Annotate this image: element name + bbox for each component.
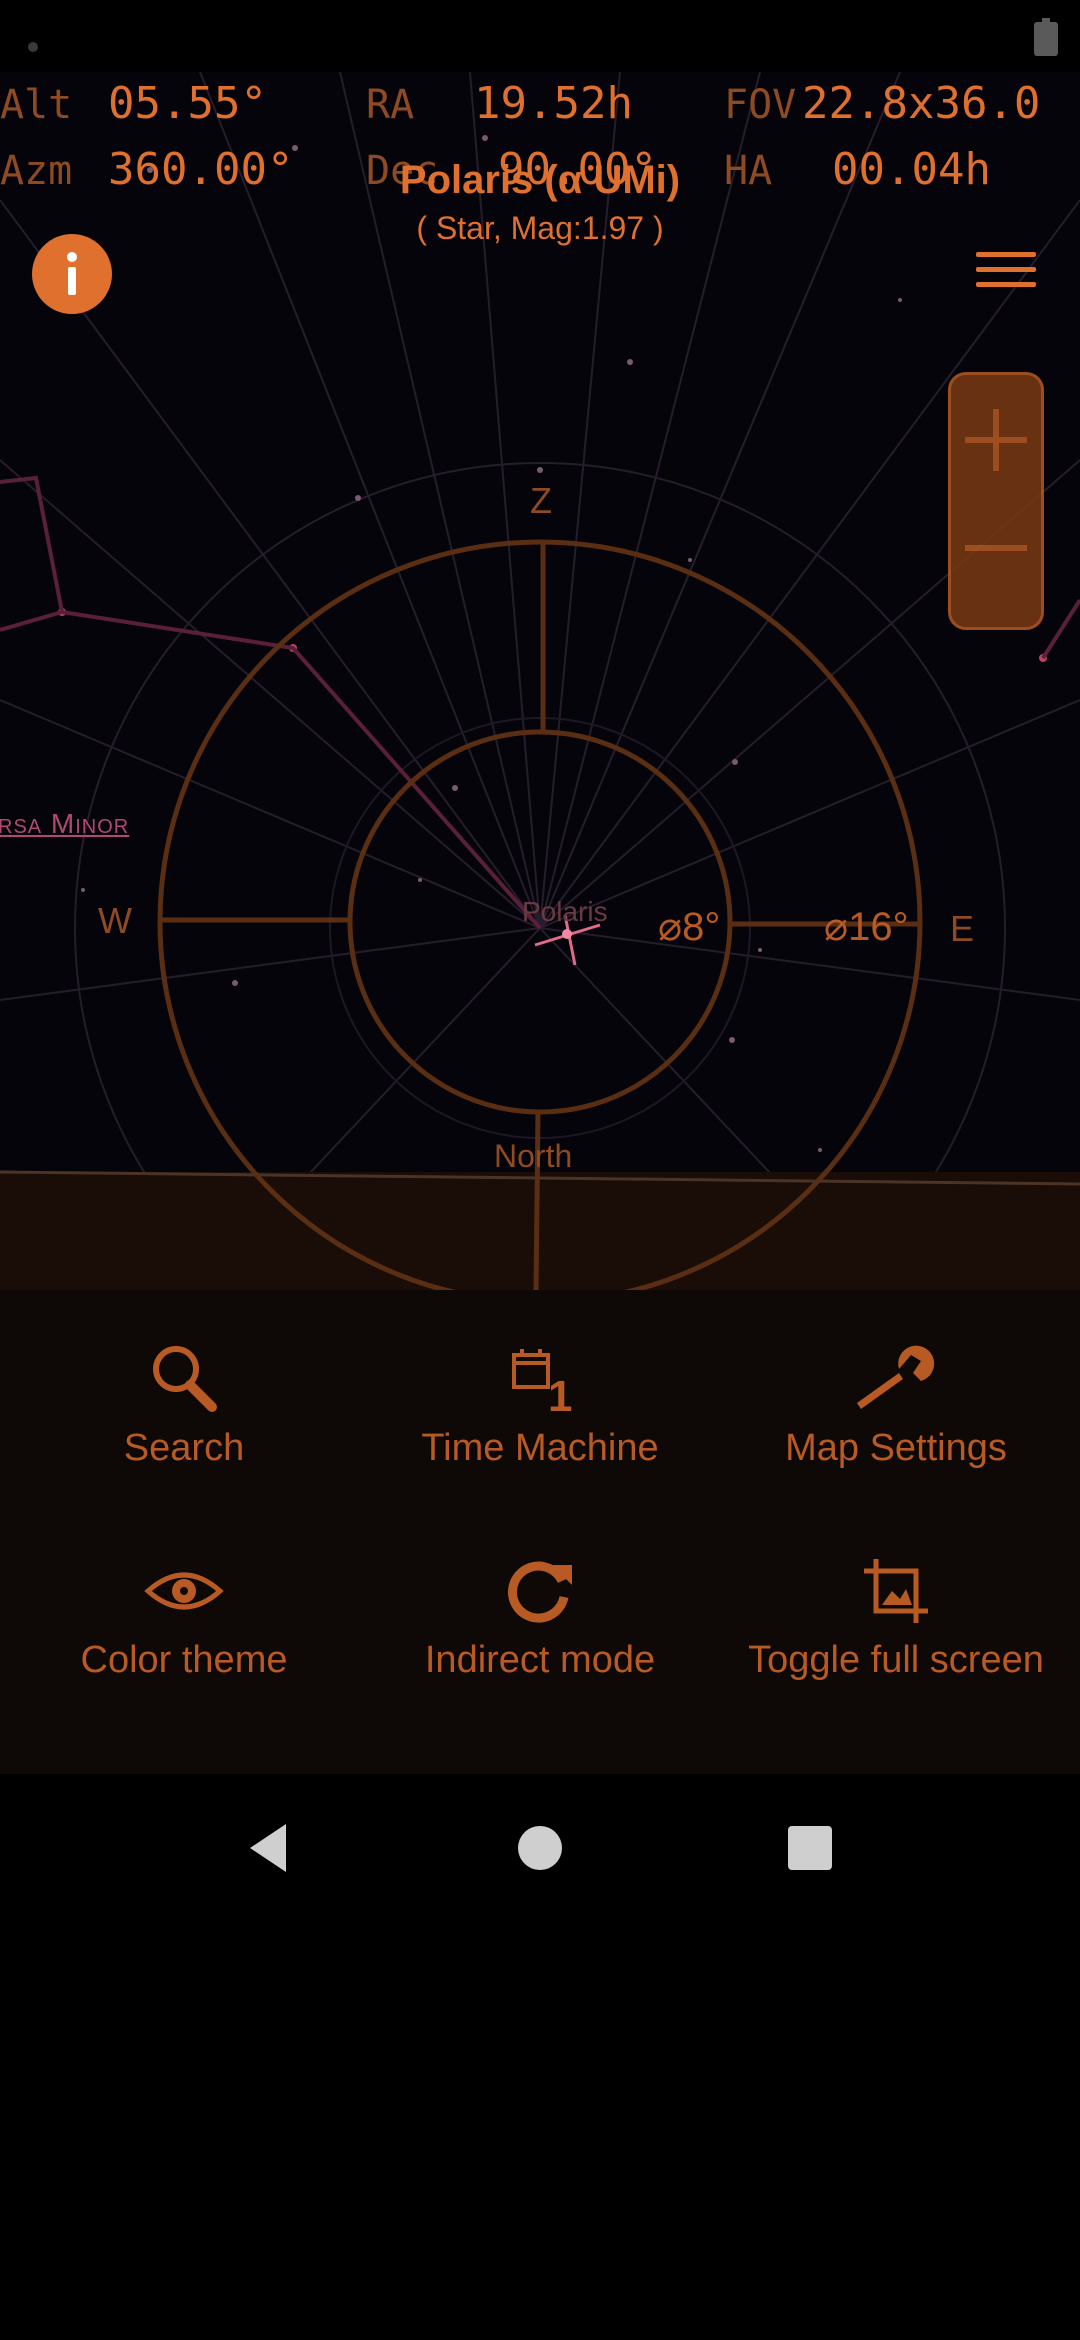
west-label: W	[98, 900, 132, 941]
zoom-control[interactable]	[948, 372, 1044, 630]
constellation-label: rsa Minor	[0, 808, 130, 839]
object-subtitle: ( Star, Mag:1.97 )	[416, 210, 664, 246]
notification-dot	[28, 42, 38, 52]
fov-label: FOV	[724, 82, 797, 128]
menu-icon-bar	[976, 267, 1036, 272]
fov-value: 22.8x36.0	[802, 78, 1041, 129]
outer-fov-label: ⌀16°	[824, 905, 909, 949]
time-machine-badge: 1	[548, 1372, 573, 1421]
action-panel: Search 1 Time Machine Map Settings Color…	[0, 1290, 1080, 1774]
zoom-in-button[interactable]	[951, 375, 1041, 504]
toggle-fullscreen-button[interactable]: Toggle full screen	[716, 1546, 1076, 1684]
search-icon	[153, 1346, 217, 1412]
alt-value: 05.55°	[108, 78, 267, 129]
home-icon	[518, 1826, 562, 1870]
ra-value: 19.52h	[474, 78, 633, 129]
refresh-icon	[508, 1561, 572, 1623]
info-button[interactable]	[32, 234, 112, 314]
back-button[interactable]	[228, 1808, 308, 1888]
eye-icon	[144, 1572, 224, 1610]
search-label: Search	[123, 1427, 245, 1469]
east-label: E	[950, 908, 975, 949]
minus-icon	[965, 545, 1027, 551]
map-settings-label: Map Settings	[785, 1427, 1007, 1469]
back-icon	[250, 1824, 286, 1872]
app-screen: Alt 05.55° RA 19.52h FOV 22.8x36.0 Azm 3…	[0, 0, 1080, 2340]
crop-icon	[864, 1559, 928, 1623]
status-bar	[0, 0, 1080, 72]
battery-icon	[1034, 18, 1058, 56]
sky-map[interactable]	[0, 72, 1080, 1290]
sky-map-canvas	[0, 72, 1080, 1290]
alt-label: Alt	[0, 82, 73, 128]
plus-icon	[965, 409, 1027, 471]
wrench-icon	[857, 1345, 935, 1409]
recents-button[interactable]	[770, 1808, 850, 1888]
color-theme-label: Color theme	[80, 1639, 288, 1681]
ra-label: RA	[366, 82, 415, 128]
map-settings-button[interactable]: Map Settings	[716, 1334, 1076, 1472]
menu-icon-bar	[976, 282, 1036, 287]
time-machine-button[interactable]: 1 Time Machine	[360, 1334, 720, 1472]
star-label: Polaris	[522, 896, 608, 927]
recents-icon	[788, 1826, 832, 1870]
north-label: North	[494, 1138, 573, 1174]
search-button[interactable]: Search	[4, 1334, 364, 1472]
zenith-label: Z	[530, 480, 552, 521]
info-icon	[67, 252, 77, 295]
indirect-mode-label: Indirect mode	[424, 1639, 656, 1681]
color-theme-button[interactable]: Color theme	[4, 1546, 364, 1684]
home-button[interactable]	[500, 1808, 580, 1888]
time-machine-label: Time Machine	[421, 1427, 659, 1469]
menu-icon-bar	[976, 252, 1036, 257]
menu-button[interactable]	[976, 252, 1036, 298]
indirect-mode-button[interactable]: Indirect mode	[360, 1546, 720, 1684]
toggle-fullscreen-label: Toggle full screen	[748, 1639, 1044, 1681]
object-title: Polaris (α UMi)	[399, 158, 681, 202]
inner-fov-label: ⌀8°	[658, 905, 721, 949]
navigation-bar	[0, 1774, 1080, 1920]
zoom-out-button[interactable]	[951, 504, 1041, 633]
